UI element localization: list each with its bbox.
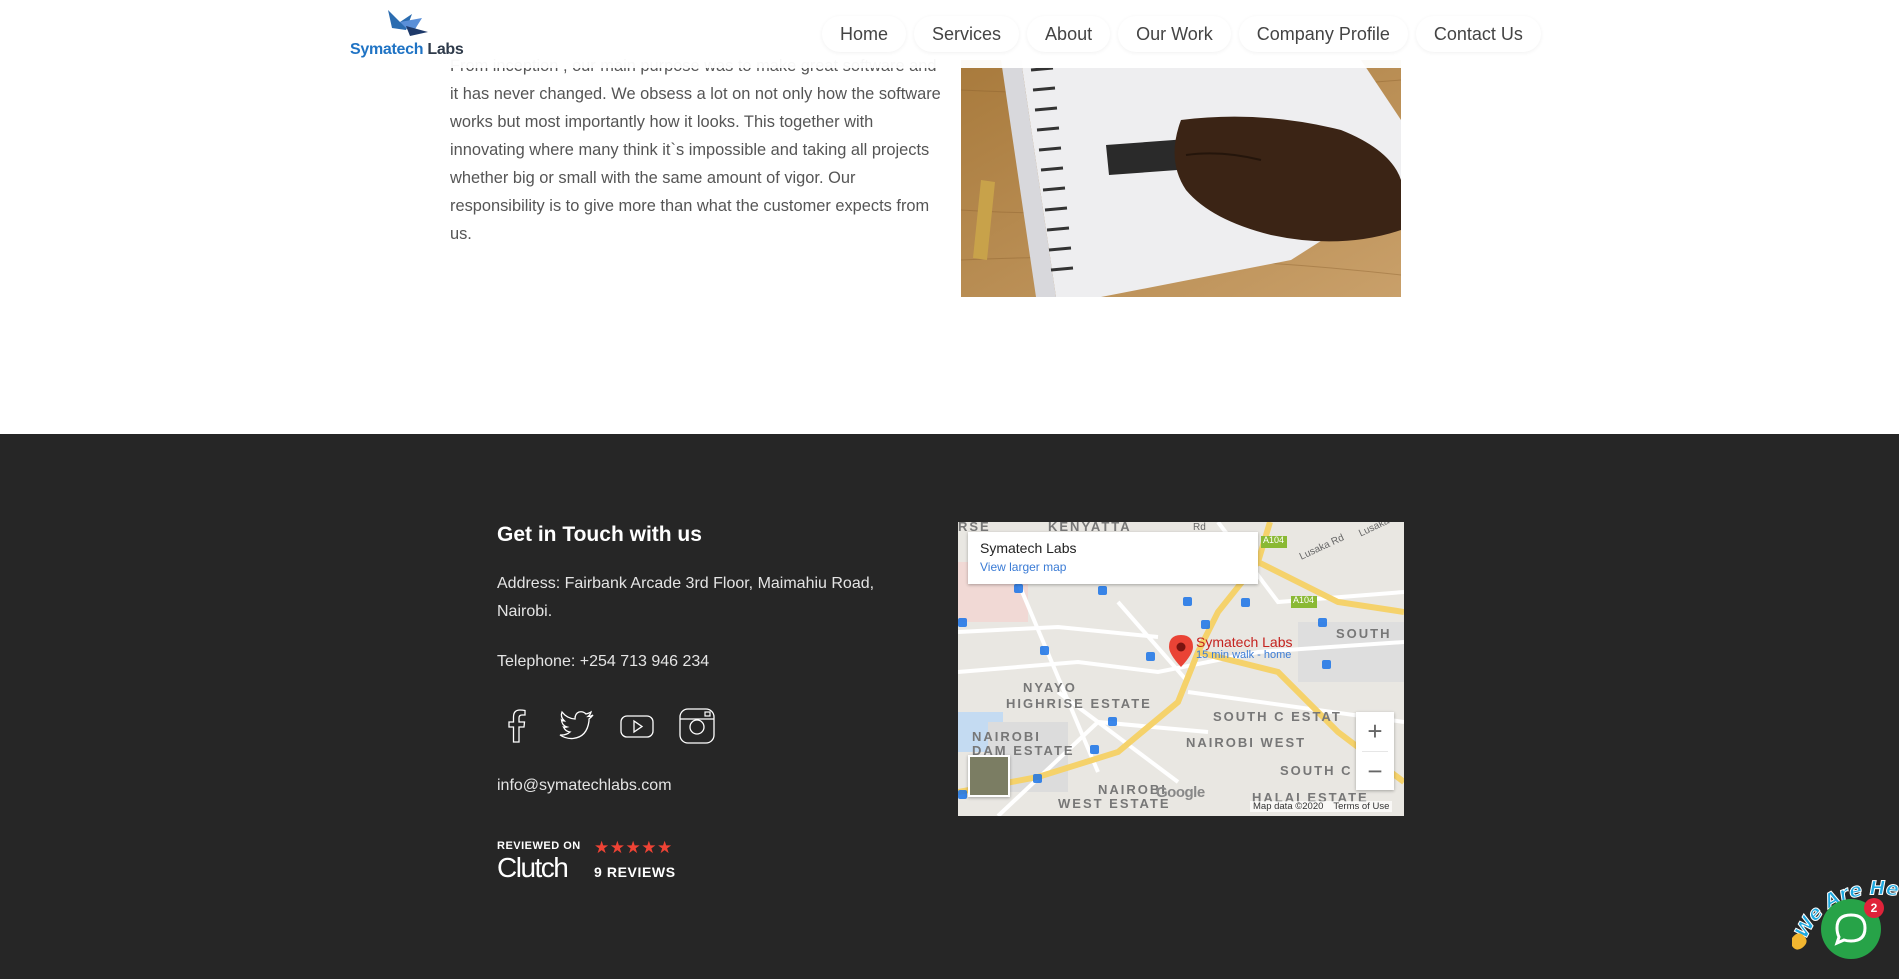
clutch-logo: Clutch	[497, 852, 569, 883]
map-place-label[interactable]: Symatech Labs	[1196, 634, 1293, 650]
map-area-label: HIGHRISE ESTATE	[1006, 696, 1152, 711]
logo-mark-icon	[388, 10, 428, 36]
map-info-card: Symatech Labs View larger map	[968, 532, 1258, 584]
facebook-icon[interactable]	[497, 706, 537, 746]
notebook-photo	[961, 60, 1401, 297]
zoom-in-button[interactable]: +	[1356, 712, 1394, 751]
clutch-reviewed-on: REVIEWED ON	[497, 840, 581, 852]
view-larger-map-link[interactable]: View larger map	[980, 560, 1066, 574]
terms-of-use-link[interactable]: Terms of Use	[1333, 801, 1389, 812]
map-area-label: WEST ESTATE	[1058, 796, 1171, 811]
map-card-title: Symatech Labs	[980, 540, 1077, 556]
site-footer: Get in Touch with us Address: Fairbank A…	[0, 434, 1899, 979]
contact-heading: Get in Touch with us	[497, 523, 702, 546]
map-area-label: SOUTH	[1336, 626, 1392, 641]
twitter-icon[interactable]	[557, 706, 597, 746]
site-logo[interactable]: Symatech Labs	[348, 8, 468, 60]
road-label: A104	[1293, 595, 1315, 605]
satellite-toggle[interactable]	[968, 755, 1010, 797]
nav-home[interactable]: Home	[822, 16, 907, 52]
map-area-label: SOUTH C	[1280, 763, 1353, 778]
map-place-sublabel: 15 min walk - home	[1196, 649, 1292, 661]
contact-telephone: Telephone: +254 713 946 234	[497, 653, 710, 670]
map-data-credit: Map data ©2020	[1253, 801, 1324, 812]
map-area-label: NYAYO	[1023, 680, 1077, 695]
clutch-stars: ★★★★★	[594, 838, 673, 857]
nav-company-profile[interactable]: Company Profile	[1238, 16, 1408, 52]
nav-about[interactable]: About	[1027, 16, 1111, 52]
clutch-review-count: 9 REVIEWS	[594, 864, 676, 880]
nav-contact-us[interactable]: Contact Us	[1415, 16, 1541, 52]
main-nav: Home Services About Our Work Company Pro…	[822, 16, 1541, 52]
logo-wordmark: Symatech Labs	[350, 41, 464, 58]
contact-email[interactable]: info@symatechlabs.com	[497, 772, 672, 800]
chat-unread-badge: 2	[1864, 898, 1884, 918]
youtube-icon[interactable]	[617, 706, 657, 746]
nav-services[interactable]: Services	[914, 16, 1020, 52]
instagram-icon[interactable]	[677, 706, 717, 746]
road-label: A104	[1263, 535, 1285, 545]
map-attribution: Map data ©2020 Terms of Use	[1250, 801, 1393, 812]
google-logo: Google	[1156, 784, 1205, 801]
map-area-label: NAIROBI	[972, 729, 1041, 744]
intro-paragraph: From inception , our main purpose was to…	[450, 57, 941, 243]
map-area-label: SOUTH C ESTAT	[1213, 709, 1342, 724]
zoom-out-button[interactable]: −	[1356, 752, 1394, 791]
social-links	[497, 706, 717, 746]
contact-address: Address: Fairbank Arcade 3rd Floor, Maim…	[497, 575, 875, 620]
map-zoom-controls: + −	[1356, 712, 1394, 790]
map-area-label: NAIROBI WEST	[1186, 735, 1307, 750]
nav-our-work[interactable]: Our Work	[1118, 16, 1231, 52]
site-header: Symatech Labs Home Services About Our Wo…	[0, 0, 1899, 68]
clutch-badge[interactable]: REVIEWED ON Clutch ★★★★★ 9 REVIEWS	[497, 838, 697, 890]
location-map[interactable]: RSE KENYATTA NYAYO HIGHRISE ESTATE SOUTH…	[958, 522, 1404, 816]
